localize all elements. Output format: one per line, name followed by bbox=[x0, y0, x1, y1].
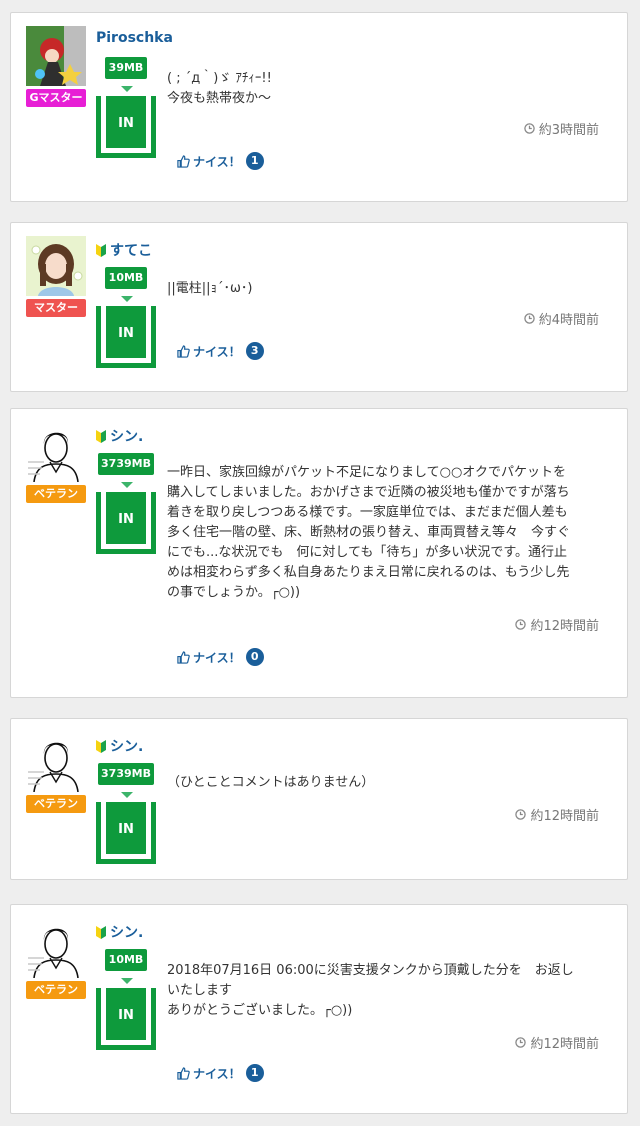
nice-button[interactable]: ナイス！ 3 bbox=[177, 342, 264, 360]
clock-icon bbox=[515, 1037, 527, 1048]
username-link[interactable]: シン. bbox=[96, 426, 143, 446]
tank-in-label: IN bbox=[118, 512, 134, 527]
tank-in-icon: IN bbox=[96, 988, 156, 1050]
user-avatar[interactable] bbox=[26, 732, 86, 792]
tank-in-label: IN bbox=[118, 326, 134, 341]
username-text: シン. bbox=[110, 429, 144, 445]
post-card: Gマスター Piroschka 39MB IN ( ; ´д｀)ゞ ｱﾁｨｰ!!… bbox=[10, 12, 628, 202]
down-arrow-icon bbox=[121, 86, 133, 92]
post-comment: ||電柱||ｮ´･ω･) bbox=[167, 281, 253, 296]
nice-count: 1 bbox=[245, 152, 264, 170]
tank-in-label: IN bbox=[118, 822, 134, 837]
nice-label: ナイス！ bbox=[193, 1066, 241, 1081]
clock-icon bbox=[523, 123, 535, 134]
user-avatar[interactable] bbox=[26, 26, 86, 86]
post-time-text: 約12時間前 bbox=[530, 619, 599, 634]
nice-label: ナイス！ bbox=[193, 154, 241, 169]
beginner-mark-icon bbox=[96, 739, 106, 753]
thumbs-up-icon bbox=[177, 154, 190, 168]
thumbs-up-icon bbox=[177, 650, 190, 664]
nice-label: ナイス！ bbox=[193, 344, 241, 359]
post-time-text: 約4時間前 bbox=[538, 313, 599, 328]
nice-count: 3 bbox=[245, 342, 264, 360]
tank-in-label: IN bbox=[118, 1008, 134, 1023]
rank-badge: ベテラン bbox=[26, 981, 86, 999]
username-text: シン. bbox=[110, 925, 144, 941]
username-text: シン. bbox=[110, 739, 144, 755]
post-time: 約3時間前 bbox=[523, 119, 599, 138]
post-card: ベテラン シン. 3739MB IN 一昨日、家族回線がパケット不足になりまして… bbox=[10, 408, 628, 698]
nice-button[interactable]: ナイス！ 1 bbox=[177, 1064, 264, 1082]
post-time: 約4時間前 bbox=[523, 309, 599, 328]
rank-badge: Gマスター bbox=[26, 89, 86, 107]
down-arrow-icon bbox=[121, 792, 133, 798]
post-time: 約12時間前 bbox=[515, 615, 599, 634]
thumbs-up-icon bbox=[177, 1066, 190, 1080]
rank-badge: ベテラン bbox=[26, 485, 86, 503]
tank-mb-label: 10MB bbox=[105, 949, 147, 971]
beginner-mark-icon bbox=[96, 243, 106, 257]
tank-mb-label: 10MB bbox=[105, 267, 147, 289]
rank-badge: マスター bbox=[26, 299, 86, 317]
clock-icon bbox=[515, 809, 527, 820]
username-link[interactable]: Piroschka bbox=[96, 30, 173, 46]
clock-icon bbox=[523, 313, 535, 324]
clock-icon bbox=[515, 619, 527, 630]
username-link[interactable]: シン. bbox=[96, 922, 143, 942]
username-text: Piroschka bbox=[96, 30, 173, 46]
beginner-mark-icon bbox=[96, 925, 106, 939]
rank-badge: ベテラン bbox=[26, 795, 86, 813]
user-avatar[interactable] bbox=[26, 918, 86, 978]
thumbs-up-icon bbox=[177, 344, 190, 358]
post-comment: （ひとことコメントはありません） bbox=[167, 775, 375, 790]
username-link[interactable]: シン. bbox=[96, 736, 143, 756]
post-card: マスター すてこ 10MB IN ||電柱||ｮ´･ω･) 約4時間前 ナイス！… bbox=[10, 222, 628, 392]
user-avatar[interactable] bbox=[26, 422, 86, 482]
tank-mb-label: 3739MB bbox=[98, 453, 154, 475]
post-card: ベテラン シン. 3739MB IN （ひとことコメントはありません） 約12時… bbox=[10, 718, 628, 880]
post-time-text: 約12時間前 bbox=[530, 1037, 599, 1052]
nice-button[interactable]: ナイス！ 1 bbox=[177, 152, 264, 170]
post-time-text: 約3時間前 bbox=[538, 123, 599, 138]
nice-button[interactable]: ナイス！ 0 bbox=[177, 648, 264, 666]
username-link[interactable]: すてこ bbox=[96, 240, 152, 260]
tank-in-label: IN bbox=[118, 116, 134, 131]
post-time: 約12時間前 bbox=[515, 805, 599, 824]
tank-in-icon: IN bbox=[96, 492, 156, 554]
nice-count: 1 bbox=[245, 1064, 264, 1082]
post-card: ベテラン シン. 10MB IN 2018年07月16日 06:00に災害支援タ… bbox=[10, 904, 628, 1114]
tank-mb-label: 3739MB bbox=[98, 763, 154, 785]
down-arrow-icon bbox=[121, 482, 133, 488]
post-time-text: 約12時間前 bbox=[530, 809, 599, 824]
down-arrow-icon bbox=[121, 296, 133, 302]
user-avatar[interactable] bbox=[26, 236, 86, 296]
post-comment: 2018年07月16日 06:00に災害支援タンクから頂戴した分を お返し いた… bbox=[167, 963, 574, 1018]
beginner-mark-icon bbox=[96, 429, 106, 443]
post-comment: ( ; ´д｀)ゞ ｱﾁｨｰ!! 今夜も熱帯夜か〜 bbox=[167, 71, 272, 106]
tank-in-icon: IN bbox=[96, 802, 156, 864]
tank-in-icon: IN bbox=[96, 306, 156, 368]
post-comment: 一昨日、家族回線がパケット不足になりまして○○オクでパケットを 購入してしまいま… bbox=[167, 465, 571, 600]
tank-mb-label: 39MB bbox=[105, 57, 147, 79]
post-time: 約12時間前 bbox=[515, 1033, 599, 1052]
tank-in-icon: IN bbox=[96, 96, 156, 158]
down-arrow-icon bbox=[121, 978, 133, 984]
nice-count: 0 bbox=[245, 648, 264, 666]
nice-label: ナイス！ bbox=[193, 650, 241, 665]
username-text: すてこ bbox=[110, 243, 153, 259]
